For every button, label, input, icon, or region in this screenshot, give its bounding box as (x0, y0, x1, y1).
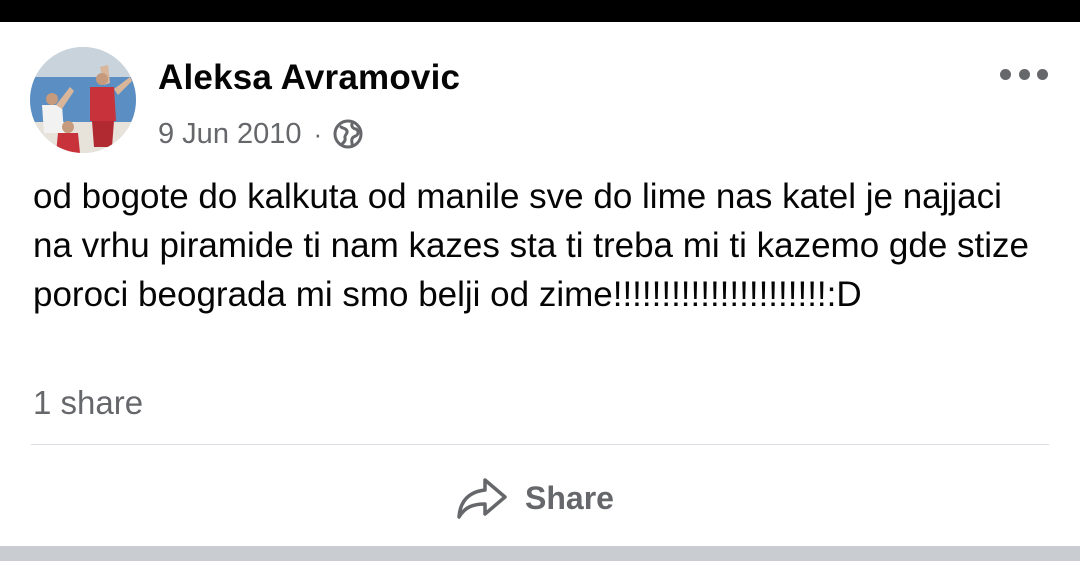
globe-icon (333, 119, 363, 149)
author-name[interactable]: Aleksa Avramovic (158, 58, 460, 98)
more-options-icon[interactable] (1000, 62, 1048, 86)
meta-separator: · (313, 118, 323, 149)
post-meta: 9 Jun 2010 · (158, 117, 364, 151)
post-card: Aleksa Avramovic 9 Jun 2010 · od bogote … (0, 22, 1080, 546)
avatar-photo (30, 47, 136, 153)
page: Aleksa Avramovic 9 Jun 2010 · od bogote … (0, 0, 1080, 561)
more-options-dot (1000, 68, 1011, 80)
post-text: od bogote do kalkuta od manile sve do li… (33, 177, 1029, 314)
avatar[interactable] (30, 47, 136, 153)
divider (31, 444, 1049, 445)
share-label: Share (525, 479, 614, 516)
share-count[interactable]: 1 share (33, 384, 143, 422)
share-button[interactable]: Share (455, 470, 614, 526)
post-date[interactable]: 9 Jun 2010 (158, 118, 302, 151)
share-arrow-icon (457, 478, 507, 519)
more-options-dot (1037, 68, 1048, 80)
more-options-dot (1018, 68, 1030, 80)
next-post-separator (0, 546, 1080, 561)
status-bar (0, 0, 1080, 22)
